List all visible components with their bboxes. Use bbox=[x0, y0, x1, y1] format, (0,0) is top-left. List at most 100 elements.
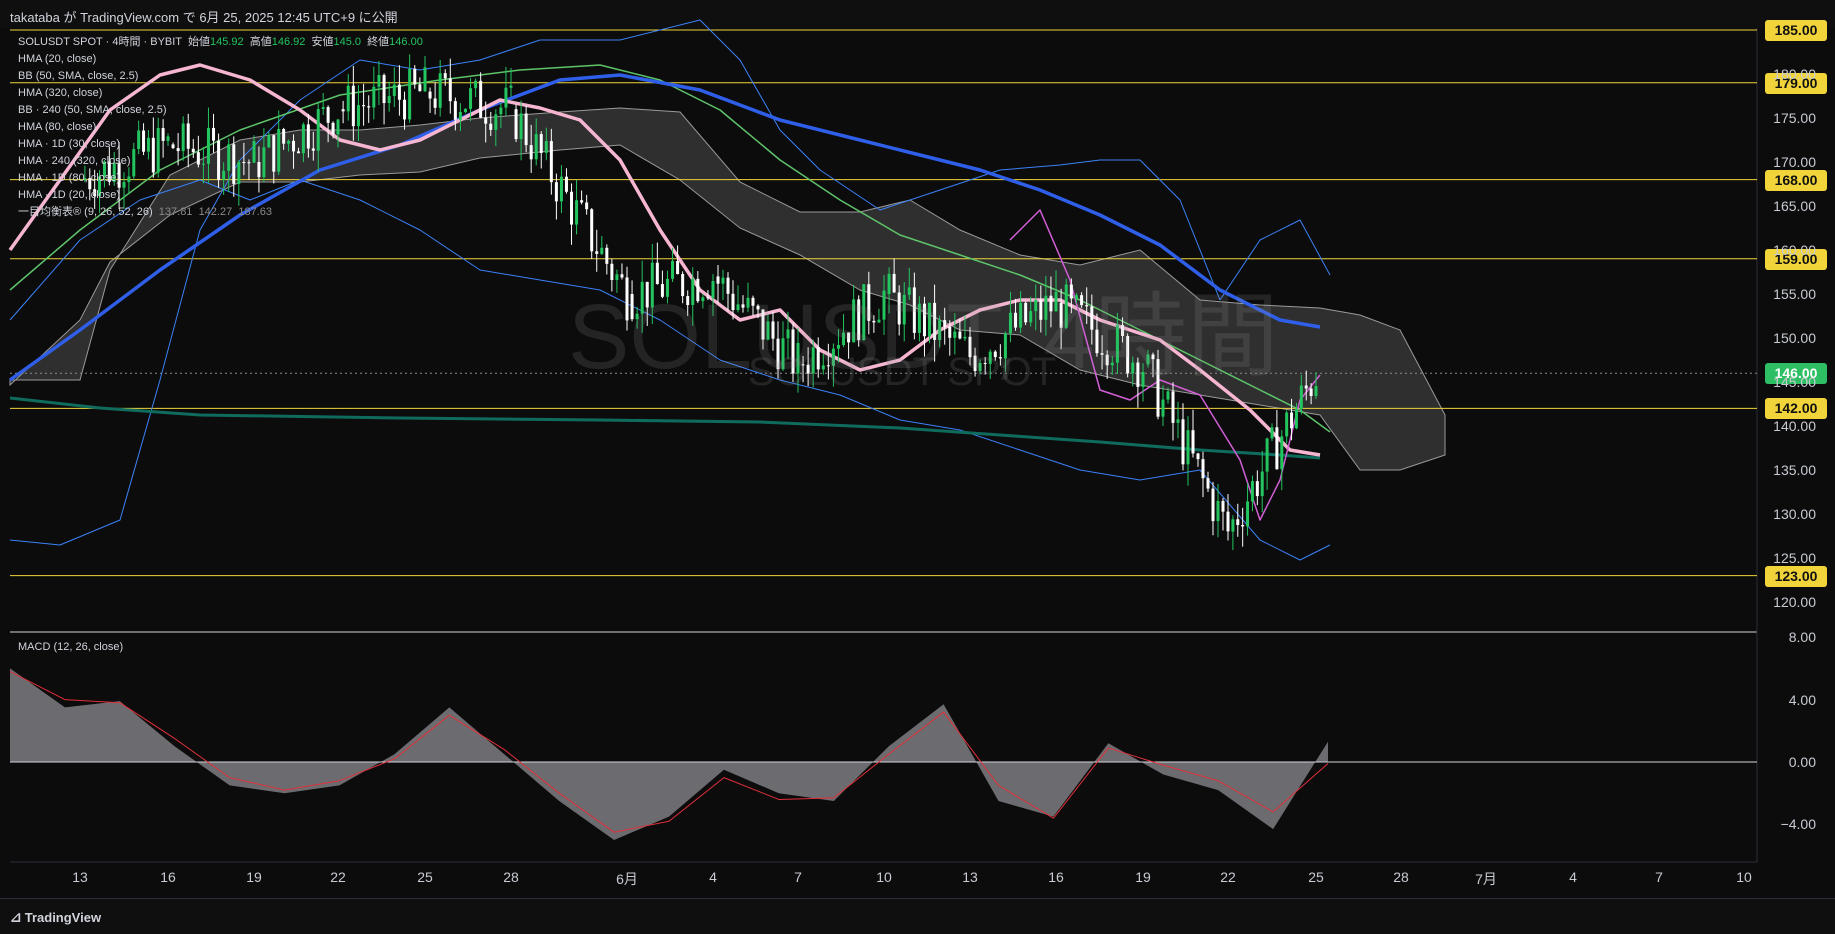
tv-logo-icon: ⊿ bbox=[10, 909, 22, 925]
indicator-legend-row[interactable]: BB (50, SMA, close, 2.5) bbox=[18, 68, 423, 85]
candle-body bbox=[570, 191, 574, 225]
price-tick-label: 160.00 bbox=[1773, 242, 1816, 258]
candle-body bbox=[1008, 312, 1012, 334]
candle-body bbox=[746, 297, 750, 308]
macd-tick-label: 8.00 bbox=[1788, 629, 1816, 646]
price-tick-label: 175.00 bbox=[1773, 110, 1816, 126]
candle-body bbox=[887, 273, 891, 294]
candle-body bbox=[448, 78, 452, 102]
footer-bar: ⊿ TradingView bbox=[0, 898, 1835, 934]
candle-body bbox=[590, 209, 594, 252]
low-value: 145.0 bbox=[333, 36, 362, 48]
candle-body bbox=[686, 296, 690, 305]
indicator-legend-row[interactable]: HMA · 1D (20, close) bbox=[18, 187, 423, 204]
candle-body bbox=[766, 321, 770, 340]
candle-body bbox=[1221, 500, 1225, 512]
indicator-legend-row[interactable]: HMA · 240 (320, close) bbox=[18, 153, 423, 170]
symbol-legend-row[interactable]: SOLUSDT SPOT · 4時間 · BYBIT 始値145.92 高値14… bbox=[18, 34, 423, 51]
candle-body bbox=[1044, 295, 1048, 320]
candle-body bbox=[580, 200, 584, 203]
candle-body bbox=[998, 357, 1002, 359]
candle-body bbox=[938, 320, 942, 341]
candle-body bbox=[1206, 478, 1210, 489]
open-value: 145.92 bbox=[209, 36, 244, 48]
indicator-legend-row[interactable]: HMA (80, close) bbox=[18, 119, 423, 136]
candle-body bbox=[922, 303, 926, 337]
candle-body bbox=[1314, 386, 1318, 397]
candle-body bbox=[1294, 409, 1298, 429]
candle-body bbox=[630, 294, 634, 320]
indicator-legend-row[interactable]: HMA (320, close) bbox=[18, 85, 423, 102]
candle-body bbox=[676, 260, 680, 275]
candle-body bbox=[494, 114, 498, 130]
candle-body bbox=[665, 278, 669, 297]
macd-legend[interactable]: MACD (12, 26, close) bbox=[18, 641, 123, 653]
candle-body bbox=[721, 277, 725, 284]
candle-body bbox=[943, 320, 947, 327]
candle-body bbox=[847, 332, 851, 343]
time-tick-label: 22 bbox=[330, 869, 346, 885]
candle-body bbox=[882, 290, 886, 320]
price-tick-label: 140.00 bbox=[1773, 418, 1816, 434]
candle-body bbox=[1146, 354, 1150, 365]
candle-body bbox=[776, 338, 780, 370]
candle-body bbox=[1024, 302, 1028, 323]
candle-body bbox=[852, 299, 856, 343]
candle-body bbox=[826, 365, 830, 367]
candle-body bbox=[867, 284, 871, 321]
candle-body bbox=[1270, 427, 1274, 439]
candle-body bbox=[595, 251, 599, 254]
time-tick-label: 6月 bbox=[616, 871, 638, 887]
candle-body bbox=[1003, 333, 1007, 359]
indicator-legend-row[interactable]: HMA · 1D (30, close) bbox=[18, 136, 423, 153]
candle-body bbox=[600, 247, 604, 254]
candle-body bbox=[902, 294, 906, 325]
candle-body bbox=[821, 365, 825, 370]
candle-body bbox=[731, 293, 735, 311]
candle-body bbox=[1034, 299, 1038, 312]
time-tick-label: 22 bbox=[1220, 869, 1236, 885]
candle-body bbox=[534, 134, 538, 160]
candle-body bbox=[968, 336, 972, 358]
macd-tick-label: 4.00 bbox=[1788, 691, 1816, 708]
candle-body bbox=[620, 274, 624, 278]
chart-legend: SOLUSDT SPOT · 4時間 · BYBIT 始値145.92 高値14… bbox=[18, 34, 423, 221]
indicator-legend-row[interactable]: HMA (20, close) bbox=[18, 51, 423, 68]
candle-body bbox=[806, 364, 810, 374]
indicator-legend-row[interactable]: BB · 240 (50, SMA, close, 2.5) bbox=[18, 102, 423, 119]
candle-body bbox=[1166, 391, 1170, 400]
macd-tick-label: 0.00 bbox=[1788, 754, 1816, 770]
price-tick-label: 170.00 bbox=[1773, 154, 1816, 170]
ichimoku-legend-row[interactable]: 一目均衡表® (9, 26, 52, 26) 137.81 142.27 187… bbox=[18, 204, 423, 221]
candle-body bbox=[726, 277, 730, 294]
candle-body bbox=[1019, 302, 1023, 328]
candle-body bbox=[539, 134, 543, 153]
time-tick-label: 13 bbox=[962, 869, 978, 885]
candle-body bbox=[1226, 511, 1230, 532]
candle-body bbox=[645, 281, 649, 308]
candle-body bbox=[1236, 519, 1240, 525]
close-label: 終値 bbox=[367, 36, 390, 48]
candle-body bbox=[791, 329, 795, 374]
candle-body bbox=[509, 85, 513, 88]
level-price-tag: 168.00 bbox=[1765, 169, 1827, 191]
candle-body bbox=[706, 297, 710, 299]
time-tick-label: 25 bbox=[1308, 869, 1324, 885]
tradingview-logo[interactable]: ⊿ TradingView bbox=[10, 909, 101, 926]
candle-body bbox=[696, 278, 700, 302]
time-tick-label: 28 bbox=[1393, 869, 1409, 885]
candle-body bbox=[554, 182, 558, 202]
candle-body bbox=[605, 247, 609, 264]
indicator-legend-row[interactable]: HMA · 1D (80, close) bbox=[18, 170, 423, 187]
time-tick-label: 19 bbox=[246, 869, 262, 885]
candle-body bbox=[912, 287, 916, 333]
candle-body bbox=[1014, 312, 1018, 328]
candle-body bbox=[1309, 388, 1313, 397]
candle-body bbox=[504, 87, 508, 108]
candle-body bbox=[1250, 481, 1254, 502]
candle-body bbox=[892, 273, 896, 293]
candle-body bbox=[1069, 284, 1073, 299]
ichimoku-value: 137.81 bbox=[158, 206, 193, 218]
candle-body bbox=[484, 117, 488, 124]
candle-body bbox=[816, 347, 820, 370]
